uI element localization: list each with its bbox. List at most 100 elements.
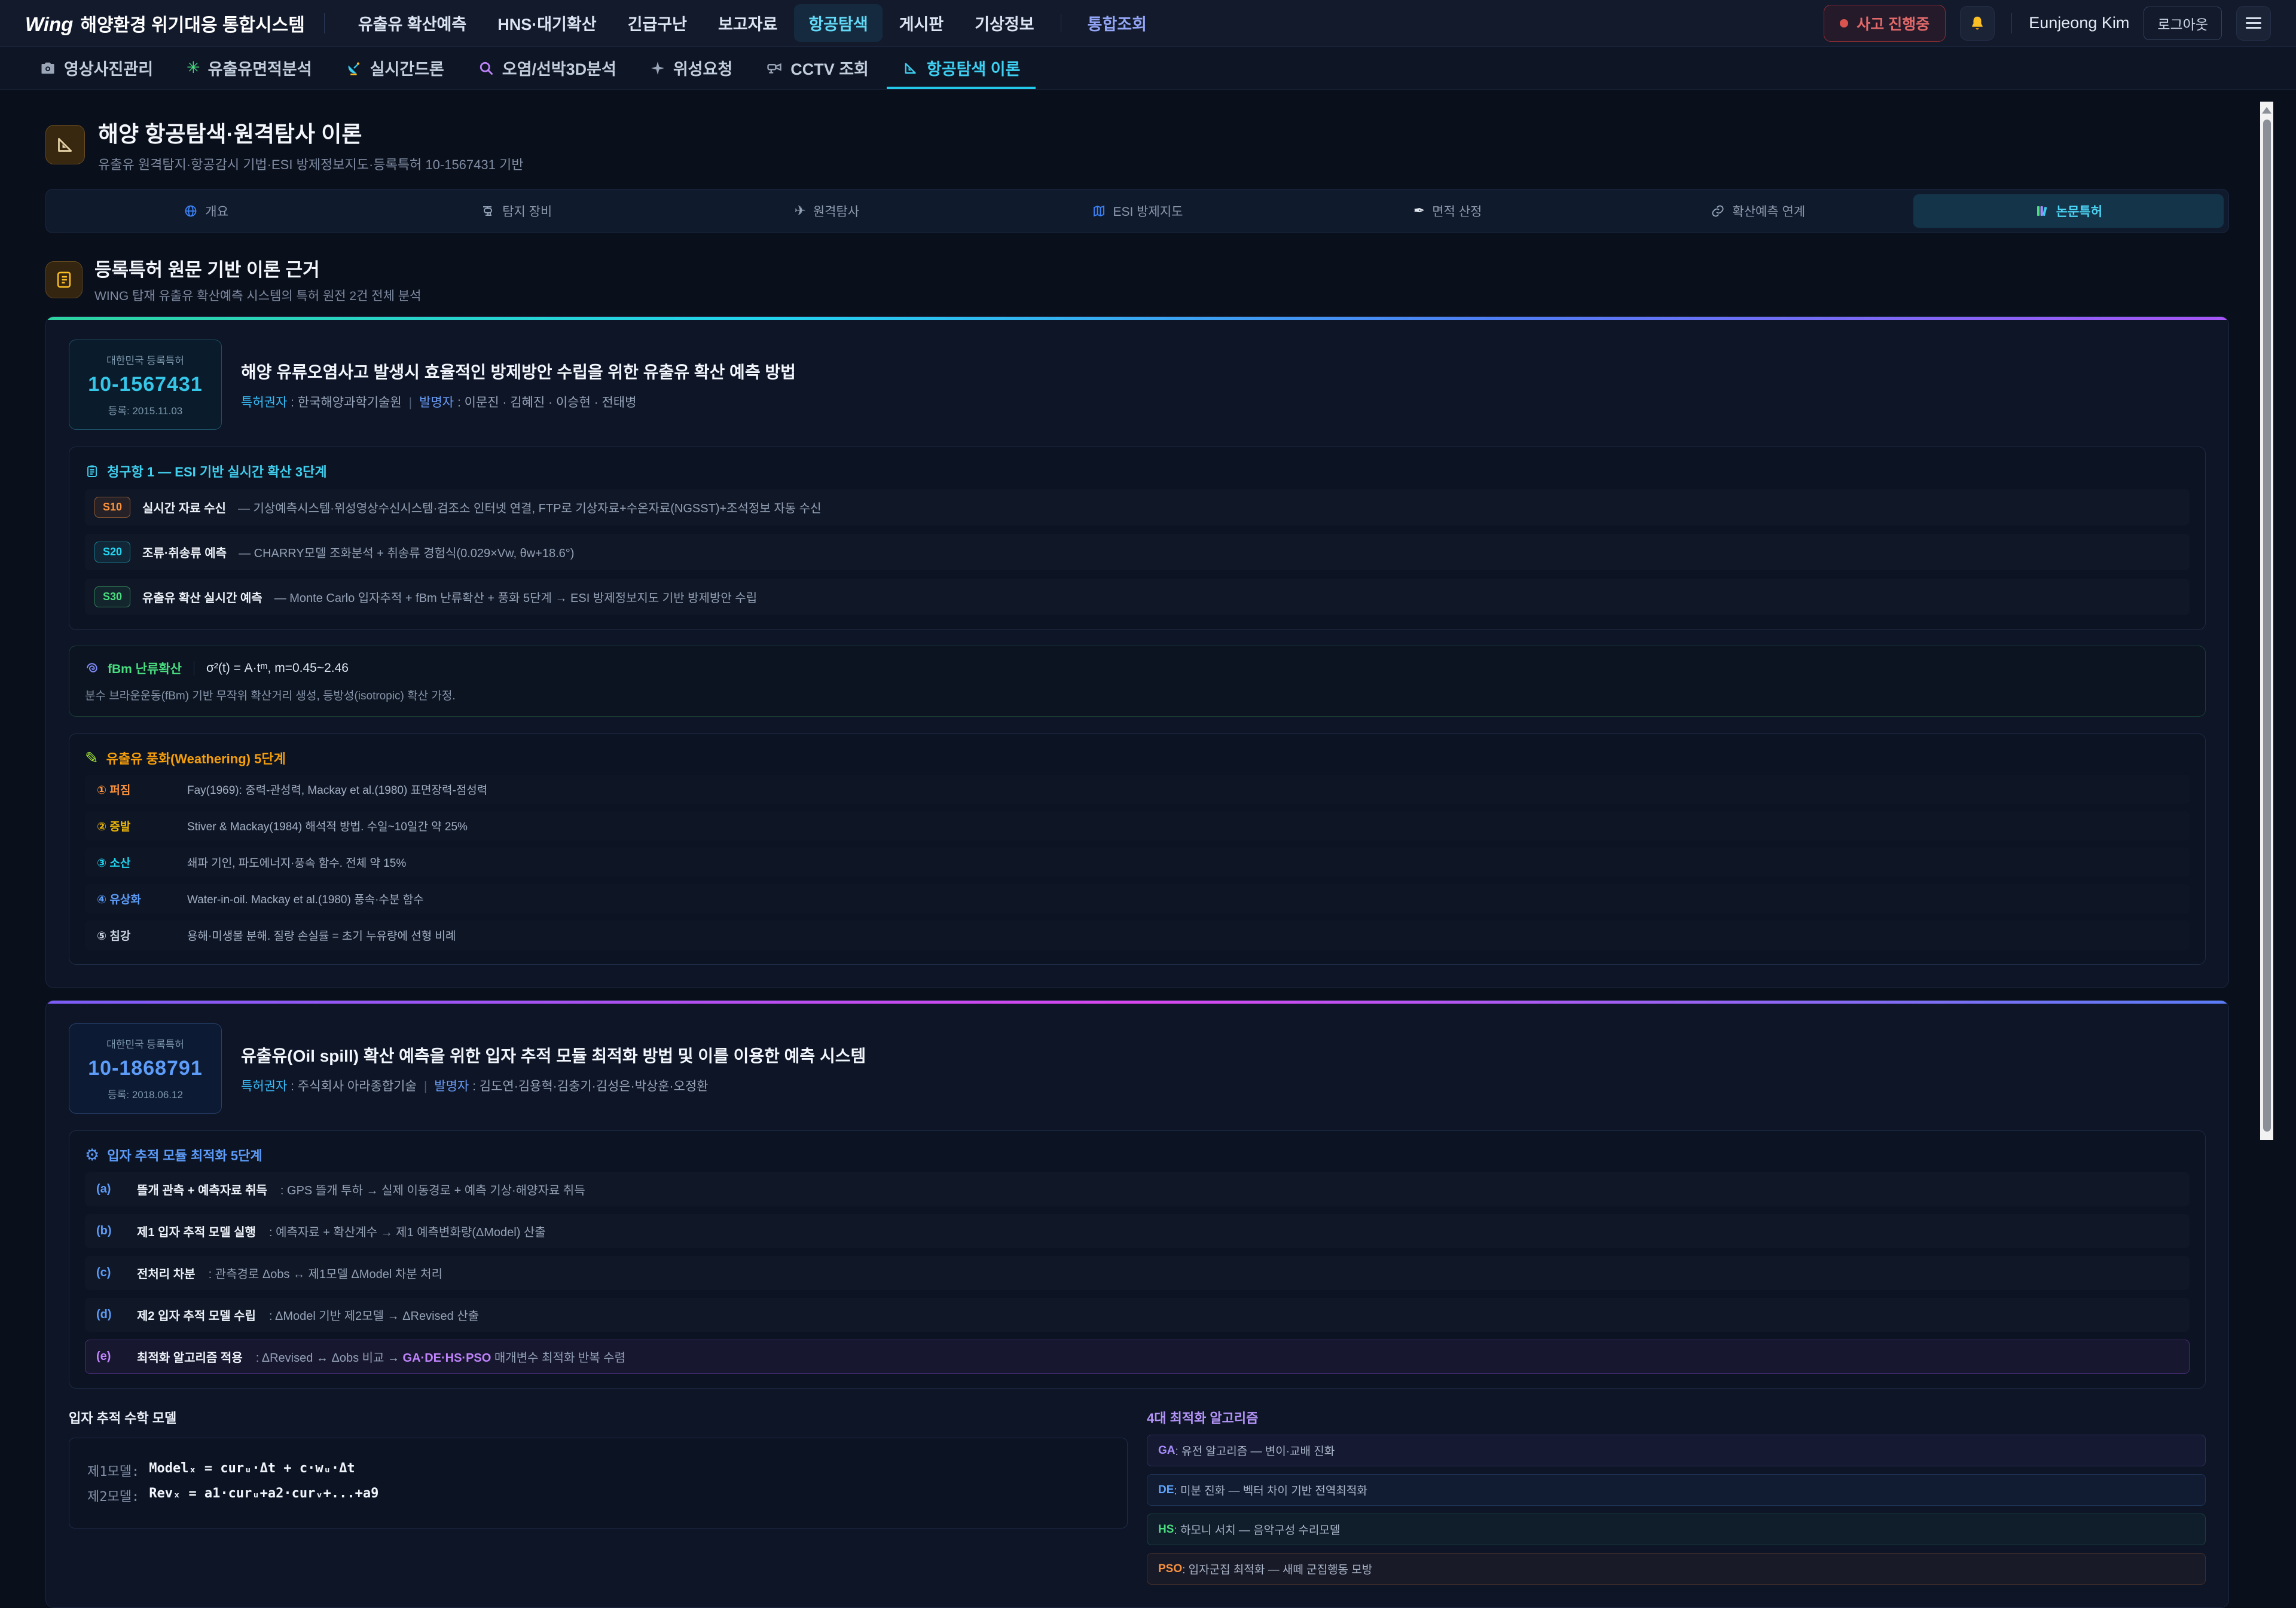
tab-esi-map[interactable]: ESI 방제지도 bbox=[982, 194, 1292, 228]
step-desc-head: : ΔRevised ↔ Δobs 비교 → bbox=[256, 1352, 403, 1365]
optimization-title-row: ⚙ 입자 추적 모듈 최적화 5단계 bbox=[85, 1145, 2190, 1164]
algorithms-title: 4대 최적화 알고리즘 bbox=[1147, 1408, 2206, 1427]
menu-item-weather-info[interactable]: 기상정보 bbox=[960, 4, 1048, 42]
claim1-title-row: 청구항 1 — ESI 기반 실시간 확산 3단계 bbox=[85, 461, 2190, 481]
main-content: 해양 항공탐색·원격탐사 이론 유출유 원격탐지·항공감시 기법·ESI 방제정… bbox=[0, 90, 2296, 1608]
tab-area-calculation[interactable]: ✒ 면적 산정 bbox=[1293, 194, 1603, 228]
tab-label: 확산예측 연계 bbox=[1732, 202, 1805, 220]
tab-detection-equipment[interactable]: 탐지 장비 bbox=[361, 194, 671, 228]
algorithm-desc: : 입자군집 최적화 — 새떼 군집행동 모방 bbox=[1182, 1561, 1372, 1577]
step-name: 뜰개 관측 + 예측자료 취득 bbox=[137, 1181, 267, 1198]
weathering-label: ③ 소산 bbox=[97, 854, 172, 870]
weathering-title-row: ✎ 유출유 풍화(Weathering) 5단계 bbox=[85, 748, 2190, 768]
tab-label: 개요 bbox=[205, 202, 228, 220]
gear-icon: ⚙ bbox=[85, 1147, 99, 1163]
optimization-step-b: (b) 제1 입자 추적 모델 실행 : 예측자료 + 확산계수 → 제1 예측… bbox=[85, 1214, 2190, 1248]
incident-dot-icon bbox=[1840, 19, 1848, 27]
logout-button[interactable]: 로그아웃 bbox=[2144, 7, 2222, 40]
step-desc: : ΔModel 기반 제2모델 → ΔRevised 산출 bbox=[269, 1306, 479, 1323]
owner-value: : 한국해양과학기술원 bbox=[287, 396, 401, 409]
fbm-header: fBm 난류확산 σ²(t) = A·tᵐ, m=0.45~2.46 bbox=[85, 659, 2190, 677]
sub-navigation: 영상사진관리 ✳ 유출유면적분석 실시간드론 오염/선박3D분석 위성요청 CC… bbox=[0, 47, 2296, 90]
optimization-panel: ⚙ 입자 추적 모듈 최적화 5단계 (a) 뜰개 관측 + 예측자료 취득 :… bbox=[69, 1130, 2206, 1389]
menu-item-hns-dispersion[interactable]: HNS·대기확산 bbox=[483, 4, 610, 42]
step-desc-tail: 매개변수 최적화 반복 수렴 bbox=[491, 1352, 625, 1365]
model1-formula: Modelₓ = curᵤ·Δt + c·wᵤ·Δt bbox=[149, 1461, 355, 1480]
scrollbar-thumb[interactable] bbox=[2263, 120, 2271, 1132]
step-desc: : 예측자료 + 확산계수 → 제1 예측변화량(ΔModel) 산출 bbox=[269, 1222, 546, 1240]
claim-step-s20: S20 조류·취송류 예측 — CHARRY모델 조화분석 + 취송류 경험식(… bbox=[85, 534, 2190, 570]
page-subtitle: 유출유 원격탐지·항공감시 기법·ESI 방제정보지도·등록특허 10-1567… bbox=[98, 154, 523, 173]
menu-item-oil-spill-forecast[interactable]: 유출유 확산예측 bbox=[344, 4, 481, 42]
hamburger-menu-button[interactable] bbox=[2236, 6, 2271, 41]
optimization-step-e: (e) 최적화 알고리즘 적용 : ΔRevised ↔ Δobs 비교 → G… bbox=[85, 1340, 2190, 1374]
header-right: 사고 진행중 Eunjeong Kim 로그아웃 bbox=[1824, 5, 2271, 42]
tab-forecast-link[interactable]: 확산예측 연계 bbox=[1603, 194, 1913, 228]
step-name: 제1 입자 추적 모델 실행 bbox=[137, 1222, 256, 1240]
weathering-label: ④ 유상화 bbox=[97, 891, 172, 907]
algorithm-abbr: HS bbox=[1158, 1523, 1174, 1536]
section-icon-box bbox=[45, 261, 83, 298]
subnav-item-cctv-view[interactable]: CCTV 조회 bbox=[750, 47, 884, 89]
step-key: (d) bbox=[96, 1308, 124, 1322]
tab-overview[interactable]: 개요 bbox=[51, 194, 361, 228]
patent2-meta: 특허권자 : 주식회사 아라종합기술|발명자 : 김도연·김용혁·김충기·김성은… bbox=[241, 1077, 866, 1095]
notification-button[interactable] bbox=[1960, 6, 1995, 41]
model2-formula: Revₓ = a1·curᵤ+a2·curᵥ+...+a9 bbox=[149, 1486, 378, 1505]
logo-wing-mark: Wing bbox=[25, 13, 73, 36]
algorithm-abbr: PSO bbox=[1158, 1563, 1182, 1576]
patent1-meta: 특허권자 : 한국해양과학기술원|발명자 : 이문진 · 김혜진 · 이승현 ·… bbox=[241, 393, 796, 411]
scrollbar-up-arrow[interactable] bbox=[2262, 107, 2271, 114]
algorithm-abbr: GA bbox=[1158, 1444, 1176, 1457]
patent2-header: 대한민국 등록특허 10-1868791 등록: 2018.06.12 유출유(… bbox=[69, 1023, 2206, 1114]
subnav-label: 영상사진관리 bbox=[64, 56, 153, 80]
claim1-title: 청구항 1 — ESI 기반 실시간 확산 3단계 bbox=[107, 461, 327, 481]
subnav-label: 오염/선박3D분석 bbox=[502, 56, 616, 80]
weathering-row-evaporation: ② 증발 Stiver & Mackay(1984) 해석적 방법. 수일~10… bbox=[85, 811, 2190, 840]
subnav-item-realtime-drone[interactable]: 실시간드론 bbox=[330, 47, 460, 89]
patent1-title: 해양 유류오염사고 발생시 효율적인 방제방안 수립을 위한 유출유 확산 예측… bbox=[241, 359, 796, 383]
patent-badge-label: 대한민국 등록특허 bbox=[85, 352, 206, 367]
subnav-item-satellite-request[interactable]: 위성요청 bbox=[634, 47, 748, 89]
triangle-ruler-icon bbox=[902, 60, 919, 77]
patent1-number-badge: 대한민국 등록특허 10-1567431 등록: 2015.11.03 bbox=[69, 340, 222, 430]
fbm-description: 분수 브라운운동(fBm) 기반 무작위 확산거리 생성, 등방성(isotro… bbox=[85, 687, 2190, 703]
tab-papers-patents[interactable]: 논문특허 bbox=[1913, 194, 2224, 228]
step-desc: : 관측경로 Δobs ↔ 제1모델 ΔModel 차분 처리 bbox=[209, 1264, 442, 1282]
algorithm-row-hs: HS : 하모니 서치 — 음악구성 수리모델 bbox=[1147, 1514, 2206, 1545]
magnifier-icon bbox=[478, 60, 494, 77]
bell-icon bbox=[1968, 14, 1986, 32]
step-key: (b) bbox=[96, 1224, 124, 1238]
menu-item-reports[interactable]: 보고자료 bbox=[704, 4, 792, 42]
step-key: (c) bbox=[96, 1266, 124, 1280]
patent2-bottom-columns: 입자 추적 수학 모델 제1모델: Modelₓ = curᵤ·Δt + c·w… bbox=[69, 1408, 2206, 1585]
subnav-item-image-photo-management[interactable]: 영상사진관리 bbox=[24, 47, 169, 89]
fbm-formula: σ²(t) = A·tᵐ, m=0.45~2.46 bbox=[206, 661, 349, 675]
weathering-desc: Stiver & Mackay(1984) 해석적 방법. 수일~10일간 약 … bbox=[187, 818, 468, 834]
step-desc: — 기상예측시스템·위성영상수신시스템·검조소 인터넷 연결, FTP로 기상자… bbox=[238, 499, 822, 516]
subnav-label: 실시간드론 bbox=[370, 56, 444, 80]
subnav-item-pollution-ship-3d[interactable]: 오염/선박3D분석 bbox=[462, 47, 632, 89]
menu-item-integrated-search[interactable]: 통합조회 bbox=[1073, 4, 1161, 42]
algorithm-row-pso: PSO : 입자군집 최적화 — 새떼 군집행동 모방 bbox=[1147, 1553, 2206, 1585]
tab-remote-sensing[interactable]: ✈ 원격탐사 bbox=[671, 194, 982, 228]
step-desc: : GPS 뜰개 투하 → 실제 이동경로 + 예측 기상·해양자료 취득 bbox=[280, 1181, 585, 1198]
vertical-scrollbar[interactable] bbox=[2260, 102, 2273, 1140]
helicopter-icon bbox=[481, 204, 495, 218]
menu-item-board[interactable]: 게시판 bbox=[885, 4, 958, 42]
tab-label: 원격탐사 bbox=[813, 202, 859, 220]
page-title: 해양 항공탐색·원격탐사 이론 bbox=[98, 116, 523, 148]
subnav-item-oil-area-analysis[interactable]: ✳ 유출유면적분석 bbox=[171, 47, 328, 89]
incident-status-badge[interactable]: 사고 진행중 bbox=[1824, 5, 1946, 42]
fbm-name: fBm 난류확산 bbox=[108, 659, 182, 677]
subnav-item-aerial-search-theory[interactable]: 항공탐색 이론 bbox=[887, 47, 1036, 89]
model1-line: 제1모델: Modelₓ = curᵤ·Δt + c·wᵤ·Δt bbox=[87, 1461, 1109, 1480]
header-divider bbox=[324, 13, 325, 33]
menu-item-aerial-search[interactable]: 항공탐색 bbox=[794, 4, 882, 42]
step-badge: S20 bbox=[94, 542, 130, 563]
subnav-label: CCTV 조회 bbox=[790, 56, 869, 80]
link-icon bbox=[1711, 204, 1725, 218]
weathering-desc: Fay(1969): 중력-관성력, Mackay et al.(1980) 표… bbox=[187, 781, 487, 797]
optimization-step-d: (d) 제2 입자 추적 모델 수립 : ΔModel 기반 제2모델 → ΔR… bbox=[85, 1298, 2190, 1332]
menu-item-emergency-rescue[interactable]: 긴급구난 bbox=[613, 4, 701, 42]
